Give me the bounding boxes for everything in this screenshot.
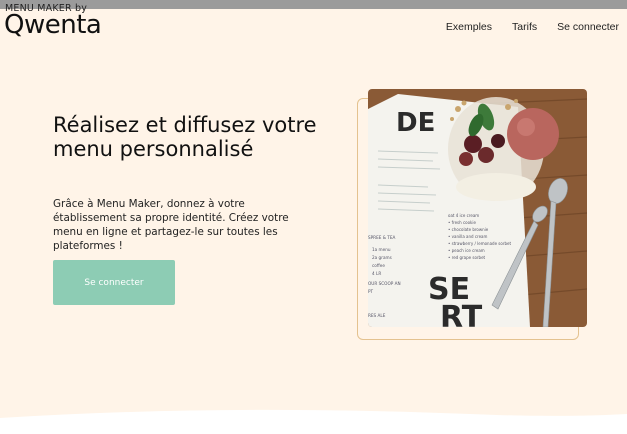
menu-title-top: DE — [396, 108, 435, 138]
svg-text:• red grape sorbet: • red grape sorbet — [448, 255, 486, 260]
nav-link-exemples[interactable]: Exemples — [446, 21, 492, 33]
svg-text:RES ALE: RES ALE — [368, 313, 386, 318]
svg-text:oat 4 ice cream: oat 4 ice cream — [448, 213, 479, 218]
main-nav: Exemples Tarifs Se connecter — [446, 21, 619, 33]
svg-text:4 LR: 4 LR — [372, 271, 381, 276]
svg-text:• strawberry / lemonade sorbet: • strawberry / lemonade sorbet — [448, 241, 511, 246]
browser-top-strip — [0, 0, 627, 9]
svg-text:OUR SCOOP AN: OUR SCOOP AN — [368, 281, 401, 286]
nav-link-tarifs[interactable]: Tarifs — [512, 21, 537, 33]
login-button[interactable]: Se connecter — [53, 260, 175, 305]
svg-text:SPREE & TEA: SPREE & TEA — [368, 235, 396, 240]
svg-text:2a grams: 2a grams — [372, 255, 392, 260]
svg-text:1a menu: 1a menu — [372, 247, 391, 252]
bottom-wave — [0, 409, 627, 434]
svg-text:• vanilla and cream: • vanilla and cream — [448, 234, 488, 239]
svg-text:• peach ice cream: • peach ice cream — [448, 248, 485, 253]
hero-subtitle: Grâce à Menu Maker, donnez à votre établ… — [53, 198, 289, 252]
nav-link-se-connecter[interactable]: Se connecter — [557, 21, 619, 33]
svg-text:• chocolate brownie: • chocolate brownie — [448, 227, 489, 232]
svg-text:PT: PT — [368, 289, 374, 294]
svg-text:• fresh cookie: • fresh cookie — [448, 220, 476, 225]
hero-title: Réalisez et diffusez votre menu personna… — [53, 113, 317, 161]
menu-title-bottom-2: RT — [440, 300, 483, 327]
logo[interactable]: Qwenta — [4, 10, 102, 40]
dessert-menu-photo: DE SE RT SPREE & TEA 1a menu 2a grams co… — [368, 89, 587, 327]
svg-text:coffee: coffee — [372, 263, 385, 268]
hero-photo: DE SE RT SPREE & TEA 1a menu 2a grams co… — [368, 89, 587, 327]
